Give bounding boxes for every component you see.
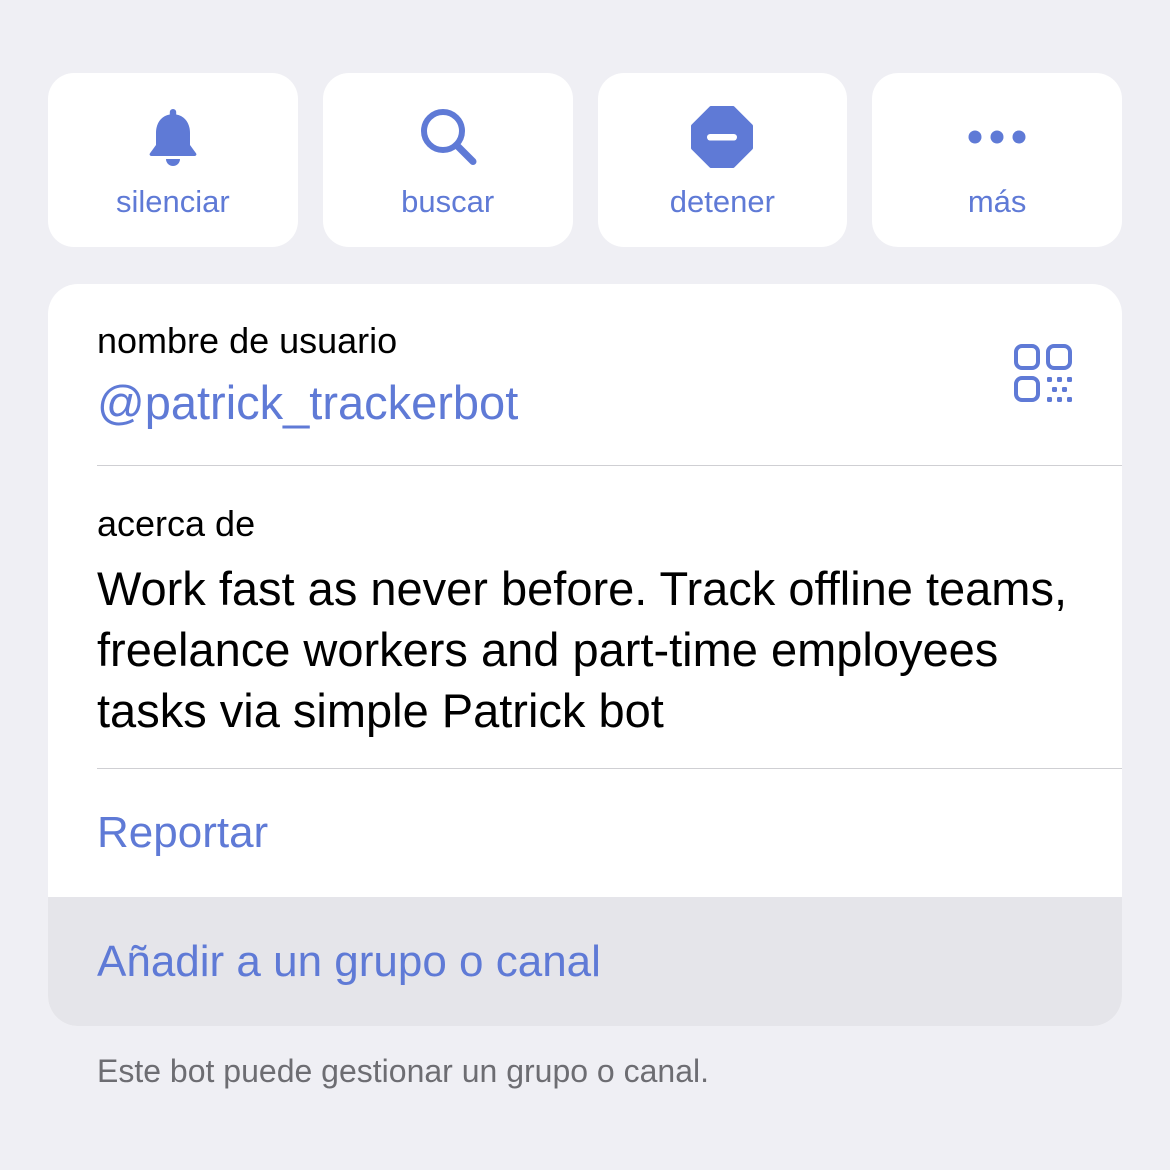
- username-value[interactable]: @patrick_trackerbot: [97, 375, 518, 431]
- action-bar: silenciar buscar detener más: [48, 73, 1122, 247]
- stop-button[interactable]: detener: [597, 73, 848, 247]
- username-section[interactable]: nombre de usuario @patrick_trackerbot: [48, 284, 1122, 466]
- more-label: más: [967, 184, 1027, 219]
- stop-label: detener: [669, 184, 775, 219]
- username-label: nombre de usuario: [97, 320, 398, 361]
- bell-icon: [141, 105, 205, 169]
- report-label: Reportar: [97, 808, 269, 857]
- stop-icon: [690, 105, 754, 169]
- divider: [97, 465, 1122, 466]
- about-label: acerca de: [97, 503, 256, 544]
- mute-label: silenciar: [116, 184, 230, 219]
- add-to-group-button[interactable]: Añadir a un grupo o canal: [48, 897, 1122, 1026]
- more-button[interactable]: más: [872, 73, 1122, 247]
- bot-info-card: nombre de usuario @patrick_trackerbot ac…: [48, 284, 1122, 1026]
- add-to-group-label: Añadir a un grupo o canal: [97, 937, 601, 986]
- search-label: buscar: [401, 184, 495, 219]
- footer-note: Este bot puede gestionar un grupo o cana…: [97, 1053, 709, 1089]
- search-button[interactable]: buscar: [322, 73, 573, 247]
- report-button[interactable]: Reportar: [48, 769, 1122, 897]
- qr-code-icon[interactable]: [1012, 342, 1076, 406]
- mute-button[interactable]: silenciar: [48, 73, 298, 247]
- search-icon: [416, 105, 480, 169]
- more-icon: [965, 105, 1029, 169]
- about-text: Work fast as never before. Track offline…: [97, 562, 1068, 737]
